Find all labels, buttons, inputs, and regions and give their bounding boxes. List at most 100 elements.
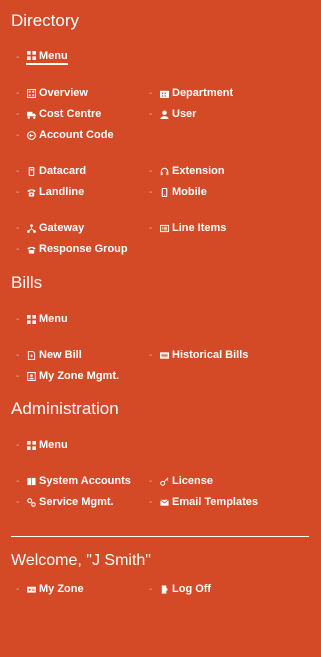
- gateway-label: Gateway: [39, 222, 85, 234]
- bullet-dash: -: [149, 87, 153, 99]
- new-bill-label: New Bill: [39, 349, 82, 361]
- bullet-dash: -: [16, 222, 20, 234]
- email-templates-label: Email Templates: [172, 496, 258, 508]
- section-divider: [11, 536, 309, 537]
- bullet-dash: -: [16, 108, 20, 120]
- log-off-label: Log Off: [172, 583, 212, 595]
- license-label: License: [172, 475, 213, 487]
- bullet-dash: -: [149, 475, 153, 487]
- directory-heading: Directory: [11, 11, 80, 30]
- gateway-link[interactable]: - Gateway: [16, 221, 84, 235]
- user-icon: [159, 109, 170, 120]
- bullet-dash: -: [16, 87, 20, 99]
- cost-centre-link[interactable]: - Cost Centre: [16, 107, 101, 121]
- bullet-dash: -: [16, 496, 20, 508]
- grid-icon: [26, 314, 37, 325]
- datacard-label: Datacard: [39, 165, 87, 177]
- door-exit-icon: [159, 584, 170, 595]
- account-code-link[interactable]: - Account Code: [16, 128, 114, 142]
- my-zone-link[interactable]: - My Zone: [16, 582, 84, 596]
- bullet-dash: -: [16, 370, 20, 382]
- datacard-icon: [26, 166, 37, 177]
- building-icon: [159, 88, 170, 99]
- id-card-icon: [26, 584, 37, 595]
- mobile-link[interactable]: - Mobile: [149, 185, 207, 199]
- log-off-link[interactable]: - Log Off: [149, 582, 211, 596]
- line-items-link[interactable]: - Line Items: [149, 221, 226, 235]
- system-accounts-link[interactable]: - System Accounts: [16, 474, 131, 488]
- bullet-dash: -: [16, 583, 20, 595]
- mobile-label: Mobile: [172, 186, 207, 198]
- network-icon: [26, 223, 37, 234]
- account-code-label: Account Code: [39, 129, 114, 141]
- user-card-icon: [26, 371, 37, 382]
- new-document-icon: [26, 350, 37, 361]
- bullet-dash: -: [16, 51, 20, 63]
- email-templates-link[interactable]: - Email Templates: [149, 495, 258, 509]
- bullet-dash: -: [16, 165, 20, 177]
- menu-label: Menu: [39, 49, 68, 62]
- bullet-dash: -: [16, 243, 20, 255]
- user-link[interactable]: - User: [149, 107, 196, 121]
- overview-link[interactable]: - Overview: [16, 86, 88, 100]
- bullet-dash: -: [16, 349, 20, 361]
- overview-label: Overview: [39, 87, 88, 99]
- bullet-dash: -: [149, 222, 153, 234]
- bills-heading: Bills: [11, 273, 43, 292]
- department-link[interactable]: - Department: [149, 86, 233, 100]
- extension-link[interactable]: - Extension: [149, 164, 225, 178]
- key-icon: [159, 476, 170, 487]
- dashboard-icon: [26, 88, 37, 99]
- bullet-dash: -: [16, 439, 20, 451]
- cost-centre-label: Cost Centre: [39, 108, 102, 120]
- service-mgmt-label: Service Mgmt.: [39, 496, 114, 508]
- bills-menu-link[interactable]: - Menu: [16, 312, 68, 326]
- administration-heading: Administration: [11, 399, 119, 418]
- welcome-message: Welcome, "J Smith": [11, 552, 151, 569]
- bullet-dash: -: [16, 129, 20, 141]
- headset-icon: [159, 166, 170, 177]
- service-mgmt-link[interactable]: - Service Mgmt.: [16, 495, 114, 509]
- list-icon: [159, 223, 170, 234]
- bullet-dash: -: [16, 475, 20, 487]
- historical-bills-label: Historical Bills: [172, 349, 249, 361]
- new-bill-link[interactable]: - New Bill: [16, 348, 82, 362]
- my-zone-mgmt-link[interactable]: - My Zone Mgmt.: [16, 369, 119, 383]
- bullet-dash: -: [149, 583, 153, 595]
- mobile-icon: [159, 187, 170, 198]
- truck-icon: [26, 109, 37, 120]
- book-icon: [26, 476, 37, 487]
- landline-link[interactable]: - Landline: [16, 185, 84, 199]
- system-accounts-label: System Accounts: [39, 475, 131, 487]
- menu-active-wrap: Menu: [26, 50, 68, 65]
- department-label: Department: [172, 87, 234, 99]
- datacard-link[interactable]: - Datacard: [16, 164, 86, 178]
- extension-label: Extension: [172, 165, 225, 177]
- menu-label: Menu: [39, 313, 68, 325]
- landline-label: Landline: [39, 186, 85, 198]
- circle-arrow-icon: [26, 130, 37, 141]
- bullet-dash: -: [149, 108, 153, 120]
- gears-icon: [26, 497, 37, 508]
- directory-menu-link[interactable]: - Menu: [16, 50, 68, 65]
- administration-menu-link[interactable]: - Menu: [16, 438, 68, 452]
- bullet-dash: -: [149, 349, 153, 361]
- grid-icon: [26, 440, 37, 451]
- line-items-label: Line Items: [172, 222, 227, 234]
- user-label: User: [172, 108, 197, 120]
- my-zone-mgmt-label: My Zone Mgmt.: [39, 370, 120, 382]
- historical-bills-link[interactable]: - Historical Bills: [149, 348, 248, 362]
- grid-icon: [26, 50, 37, 61]
- group-phone-icon: [26, 244, 37, 255]
- archive-icon: [159, 350, 170, 361]
- navigation-panel: Directory - Menu - Overview - Department…: [0, 0, 321, 657]
- phone-icon: [26, 187, 37, 198]
- bullet-dash: -: [149, 186, 153, 198]
- bullet-dash: -: [16, 313, 20, 325]
- license-link[interactable]: - License: [149, 474, 213, 488]
- response-group-label: Response Group: [39, 243, 128, 255]
- my-zone-label: My Zone: [39, 583, 84, 595]
- response-group-link[interactable]: - Response Group: [16, 242, 128, 256]
- bullet-dash: -: [149, 165, 153, 177]
- bullet-dash: -: [149, 496, 153, 508]
